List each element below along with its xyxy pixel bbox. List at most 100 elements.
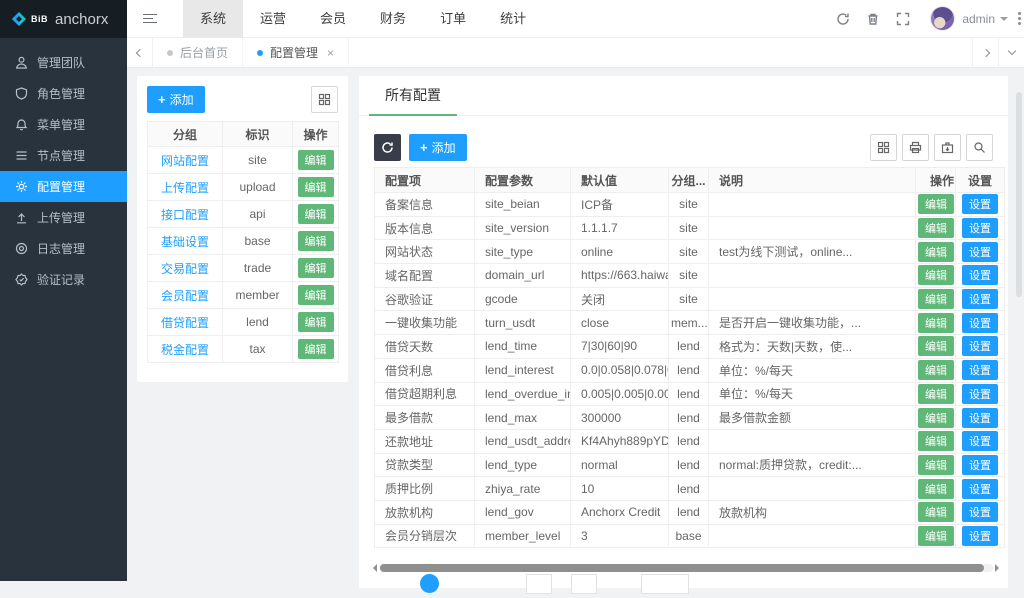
scrollbar-track[interactable] [379, 564, 993, 572]
setting-button[interactable]: 设置 [962, 242, 998, 262]
edit-button[interactable]: 编辑 [298, 258, 334, 278]
avatar[interactable] [930, 6, 955, 31]
sidebar-item-menus[interactable]: 菜单管理 [0, 109, 127, 140]
setting-button[interactable]: 设置 [962, 194, 998, 214]
setting-button[interactable]: 设置 [962, 313, 998, 333]
close-icon[interactable]: × [327, 46, 334, 60]
nav-item-finance[interactable]: 财务 [363, 0, 423, 38]
nav-item-operation[interactable]: 运营 [243, 0, 303, 38]
sidebar-item-logs[interactable]: 日志管理 [0, 233, 127, 264]
edit-button[interactable]: 编辑 [298, 150, 334, 170]
group-link[interactable]: 交易配置 [161, 262, 209, 276]
columns-grid-icon[interactable] [870, 134, 897, 161]
setting-button[interactable]: 设置 [962, 479, 998, 499]
edit-button[interactable]: 编辑 [918, 384, 954, 404]
collapse-menu-icon[interactable] [127, 0, 173, 38]
edit-button[interactable]: 编辑 [918, 289, 954, 309]
columns-grid-icon[interactable] [311, 86, 338, 113]
pagination-next[interactable] [571, 574, 597, 594]
tabs-scroll-left[interactable] [127, 38, 153, 67]
config-table-row: 备案信息 site_beian ICP备 site 编辑 设置 [375, 193, 1005, 217]
edit-button[interactable]: 编辑 [298, 177, 334, 197]
pagination-page-1[interactable] [420, 574, 439, 593]
brand-logo[interactable]: BiB anchorx [0, 0, 127, 38]
page-vertical-scrollbar[interactable] [1016, 92, 1022, 297]
group-link[interactable]: 借贷配置 [161, 316, 209, 330]
pagination-jump[interactable] [641, 574, 689, 594]
sidebar-item-roles[interactable]: 角色管理 [0, 78, 127, 109]
header-actions: admin [828, 0, 1024, 38]
nav-item-stats[interactable]: 统计 [483, 0, 543, 38]
key-cell: site [223, 147, 293, 174]
edit-button[interactable]: 编辑 [918, 526, 954, 546]
setting-button[interactable]: 设置 [962, 218, 998, 238]
group-link[interactable]: 网站配置 [161, 154, 209, 168]
edit-button[interactable]: 编辑 [918, 194, 954, 214]
group-link[interactable]: 上传配置 [161, 181, 209, 195]
sidebar-item-verify[interactable]: 验证记录 [0, 264, 127, 295]
more-menu-icon[interactable] [1014, 0, 1024, 38]
tab-home[interactable]: 后台首页 [153, 38, 243, 67]
edit-button[interactable]: 编辑 [918, 218, 954, 238]
trash-icon[interactable] [858, 0, 888, 38]
refresh-icon[interactable] [374, 134, 401, 161]
edit-button[interactable]: 编辑 [298, 285, 334, 305]
export-icon[interactable] [934, 134, 961, 161]
scroll-left-arrow-icon[interactable] [369, 564, 377, 572]
edit-button[interactable]: 编辑 [918, 455, 954, 475]
sidebar-item-upload[interactable]: 上传管理 [0, 202, 127, 233]
add-config-button[interactable]: + 添加 [409, 134, 467, 161]
group-link[interactable]: 基础设置 [161, 235, 209, 249]
tabs-scroll-right[interactable] [972, 38, 998, 67]
setting-button[interactable]: 设置 [962, 360, 998, 380]
edit-button[interactable]: 编辑 [918, 502, 954, 522]
edit-button[interactable]: 编辑 [918, 360, 954, 380]
edit-button[interactable]: 编辑 [298, 312, 334, 332]
list-icon [15, 149, 28, 162]
search-icon[interactable] [966, 134, 993, 161]
nav-item-orders[interactable]: 订单 [423, 0, 483, 38]
edit-button[interactable]: 编辑 [298, 339, 334, 359]
edit-button[interactable]: 编辑 [298, 204, 334, 224]
config-param-cell: lend_gov [475, 500, 571, 524]
sidebar-item-config[interactable]: 配置管理 [0, 171, 127, 202]
sidebar-item-team[interactable]: 管理团队 [0, 47, 127, 78]
config-param-cell: site_type [475, 240, 571, 264]
group-link[interactable]: 接口配置 [161, 208, 209, 222]
refresh-icon[interactable] [828, 0, 858, 38]
edit-button[interactable]: 编辑 [918, 313, 954, 333]
edit-button[interactable]: 编辑 [918, 336, 954, 356]
username[interactable]: admin [962, 12, 995, 26]
setting-button[interactable]: 设置 [962, 408, 998, 428]
group-cell: 基础设置 [148, 228, 223, 255]
sidebar-item-nodes[interactable]: 节点管理 [0, 140, 127, 171]
setting-button[interactable]: 设置 [962, 526, 998, 546]
setting-button[interactable]: 设置 [962, 265, 998, 285]
tab-config[interactable]: 配置管理 × [243, 38, 349, 67]
setting-button[interactable]: 设置 [962, 336, 998, 356]
edit-button[interactable]: 编辑 [918, 242, 954, 262]
setting-button[interactable]: 设置 [962, 384, 998, 404]
setting-button[interactable]: 设置 [962, 502, 998, 522]
nav-item-system[interactable]: 系统 [183, 0, 243, 38]
setting-button[interactable]: 设置 [962, 455, 998, 475]
fullscreen-icon[interactable] [888, 0, 918, 38]
setting-button[interactable]: 设置 [962, 289, 998, 309]
edit-button[interactable]: 编辑 [918, 479, 954, 499]
edit-button[interactable]: 编辑 [918, 265, 954, 285]
setting-button[interactable]: 设置 [962, 431, 998, 451]
edit-button[interactable]: 编辑 [298, 231, 334, 251]
group-link[interactable]: 税金配置 [161, 343, 209, 357]
edit-button[interactable]: 编辑 [918, 431, 954, 451]
print-icon[interactable] [902, 134, 929, 161]
add-group-button[interactable]: + 添加 [147, 86, 205, 113]
edit-button[interactable]: 编辑 [918, 408, 954, 428]
scroll-right-arrow-icon[interactable] [995, 564, 1003, 572]
group-link[interactable]: 会员配置 [161, 289, 209, 303]
tabs-more-dropdown[interactable] [998, 38, 1024, 67]
tab-all-configs[interactable]: 所有配置 [369, 76, 457, 115]
pagination-prev[interactable] [526, 574, 552, 594]
nav-item-members[interactable]: 会员 [303, 0, 363, 38]
scrollbar-thumb[interactable] [380, 564, 984, 572]
caret-down-icon[interactable] [1000, 17, 1008, 25]
